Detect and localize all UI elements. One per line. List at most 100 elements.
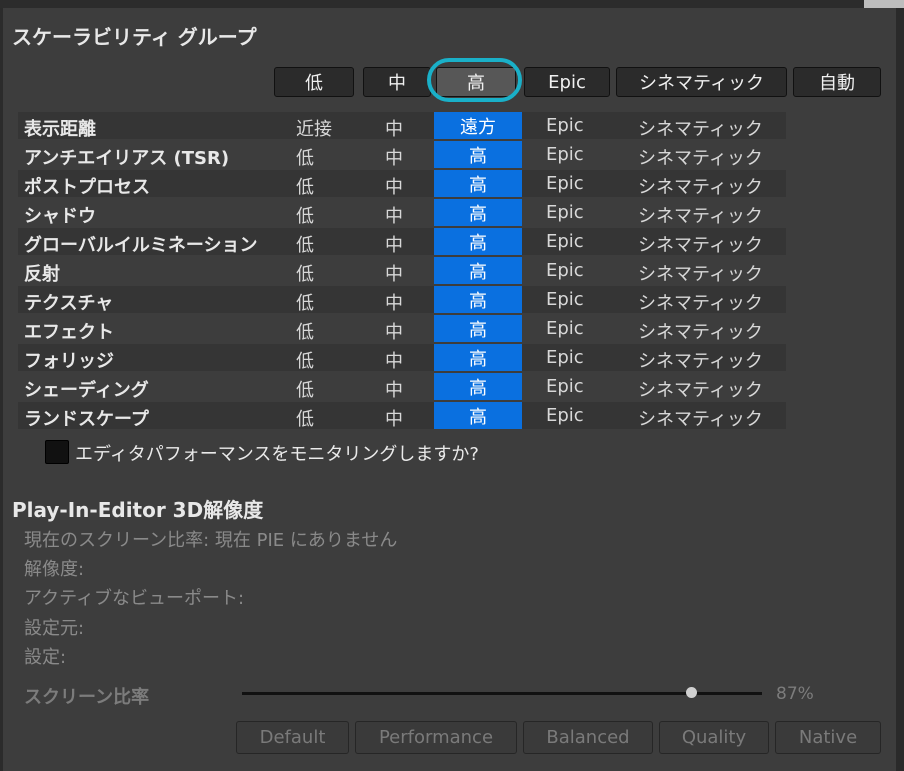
monitor-performance-checkbox[interactable] — [45, 440, 69, 464]
level-cinematic[interactable]: シネマティック — [638, 231, 763, 257]
level-cinematic[interactable]: シネマティック — [638, 289, 763, 315]
setting-row-texture: テクスチャ 低 中 高 Epic シネマティック — [18, 286, 786, 315]
level-cinematic[interactable]: シネマティック — [638, 318, 763, 344]
level-cinematic[interactable]: シネマティック — [638, 347, 763, 373]
setting-row-label: フォリッジ — [24, 351, 114, 372]
level-low[interactable]: 低 — [296, 202, 314, 228]
setting-row-label: エフェクト — [24, 322, 114, 343]
setting-row-effects: エフェクト 低 中 高 Epic シネマティック — [18, 315, 786, 344]
level-medium[interactable]: 中 — [385, 144, 403, 170]
setting-row-label: シェーディング — [24, 380, 149, 401]
level-low[interactable]: 低 — [296, 173, 314, 199]
screen-percentage-label: スクリーン比率 — [24, 687, 150, 708]
level-medium[interactable]: 中 — [385, 260, 403, 286]
scalability-group-title: スケーラビリティ グループ — [12, 25, 257, 49]
level-cinematic[interactable]: シネマティック — [638, 376, 763, 402]
level-high-selected[interactable]: 高 — [434, 402, 522, 429]
setting-row-label: 反射 — [24, 264, 60, 285]
level-high-selected[interactable]: 高 — [434, 286, 522, 313]
level-epic[interactable]: Epic — [546, 173, 584, 194]
level-cinematic[interactable]: シネマティック — [638, 202, 763, 228]
level-cinematic[interactable]: シネマティック — [638, 260, 763, 286]
level-low[interactable]: 近接 — [296, 115, 332, 141]
level-epic[interactable]: Epic — [546, 260, 584, 281]
level-medium[interactable]: 中 — [385, 173, 403, 199]
level-cinematic[interactable]: シネマティック — [638, 115, 763, 141]
level-medium[interactable]: 中 — [385, 202, 403, 228]
setting-row-shadow: シャドウ 低 中 高 Epic シネマティック — [18, 199, 786, 228]
level-low[interactable]: 低 — [296, 231, 314, 257]
level-medium[interactable]: 中 — [385, 231, 403, 257]
level-epic[interactable]: Epic — [546, 231, 584, 252]
level-epic[interactable]: Epic — [546, 318, 584, 339]
level-low[interactable]: 低 — [296, 144, 314, 170]
quality-auto-button[interactable]: 自動 — [793, 67, 881, 97]
level-epic[interactable]: Epic — [546, 347, 584, 368]
setting-row-reflection: 反射 低 中 高 Epic シネマティック — [18, 257, 786, 286]
setting-row-label: ポストプロセス — [24, 177, 150, 198]
level-epic[interactable]: Epic — [546, 376, 584, 397]
level-high-selected[interactable]: 高 — [434, 344, 522, 371]
quality-medium-button[interactable]: 中 — [363, 67, 431, 97]
level-high-selected[interactable]: 高 — [434, 228, 522, 255]
level-cinematic[interactable]: シネマティック — [638, 173, 763, 199]
preset-balanced-button[interactable]: Balanced — [523, 721, 653, 754]
setting-row-post-process: ポストプロセス 低 中 高 Epic シネマティック — [18, 170, 786, 199]
setting-row-label: 表示距離 — [24, 119, 96, 140]
setting-row-anti-aliasing: アンチエイリアス (TSR) 低 中 高 Epic シネマティック — [18, 141, 786, 170]
panel-left-edge — [0, 8, 3, 771]
level-medium[interactable]: 中 — [385, 318, 403, 344]
setting-row-label: テクスチャ — [24, 293, 114, 314]
setting-row-foliage: フォリッジ 低 中 高 Epic シネマティック — [18, 344, 786, 373]
level-high-selected[interactable]: 高 — [434, 257, 522, 284]
screen-percentage-slider[interactable] — [242, 692, 762, 695]
quality-cinematic-button[interactable]: シネマティック — [616, 67, 787, 97]
level-low[interactable]: 低 — [296, 405, 314, 431]
preset-performance-button[interactable]: Performance — [355, 721, 517, 754]
level-high-selected[interactable]: 遠方 — [434, 112, 522, 139]
level-cinematic[interactable]: シネマティック — [638, 405, 763, 431]
screen-percentage-value: 87% — [776, 684, 814, 704]
level-epic[interactable]: Epic — [546, 405, 584, 426]
setting-row-label: グローバルイルミネーション — [24, 235, 258, 256]
level-epic[interactable]: Epic — [546, 115, 584, 136]
preset-default-button[interactable]: Default — [236, 721, 349, 754]
level-medium[interactable]: 中 — [385, 115, 403, 141]
level-cinematic[interactable]: シネマティック — [638, 144, 763, 170]
active-viewport-label: アクティブなビューポート: — [24, 588, 245, 609]
level-medium[interactable]: 中 — [385, 347, 403, 373]
quality-epic-button[interactable]: Epic — [524, 67, 610, 97]
setting-source-label: 設定元: — [24, 618, 85, 639]
level-high-selected[interactable]: 高 — [434, 315, 522, 342]
resolution-label: 解像度: — [24, 559, 85, 580]
level-low[interactable]: 低 — [296, 347, 314, 373]
level-epic[interactable]: Epic — [546, 202, 584, 223]
level-medium[interactable]: 中 — [385, 376, 403, 402]
level-low[interactable]: 低 — [296, 376, 314, 402]
setting-row-view-distance: 表示距離 近接 中 遠方 Epic シネマティック — [18, 112, 786, 141]
highlight-annotation-ring — [427, 58, 522, 102]
level-low[interactable]: 低 — [296, 260, 314, 286]
pie-resolution-title: Play-In-Editor 3D解像度 — [12, 498, 264, 522]
level-medium[interactable]: 中 — [385, 405, 403, 431]
screen-percentage-slider-thumb[interactable] — [686, 687, 697, 698]
quality-low-button[interactable]: 低 — [274, 67, 354, 97]
setting-label: 設定: — [24, 647, 67, 668]
setting-row-global-illumination: グローバルイルミネーション 低 中 高 Epic シネマティック — [18, 228, 786, 257]
level-epic[interactable]: Epic — [546, 144, 584, 165]
level-high-selected[interactable]: 高 — [434, 141, 522, 168]
level-high-selected[interactable]: 高 — [434, 373, 522, 400]
setting-row-label: アンチエイリアス (TSR) — [24, 148, 230, 169]
setting-row-label: ランドスケープ — [24, 409, 149, 430]
level-high-selected[interactable]: 高 — [434, 170, 522, 197]
level-epic[interactable]: Epic — [546, 289, 584, 310]
level-medium[interactable]: 中 — [385, 289, 403, 315]
preset-native-button[interactable]: Native — [775, 721, 881, 754]
level-high-selected[interactable]: 高 — [434, 199, 522, 226]
setting-row-shading: シェーディング 低 中 高 Epic シネマティック — [18, 373, 786, 402]
level-low[interactable]: 低 — [296, 289, 314, 315]
preset-quality-button[interactable]: Quality — [659, 721, 769, 754]
current-screen-ratio-text: 現在のスクリーン比率: 現在 PIE にありません — [24, 530, 398, 551]
setting-row-landscape: ランドスケープ 低 中 高 Epic シネマティック — [18, 402, 786, 431]
level-low[interactable]: 低 — [296, 318, 314, 344]
